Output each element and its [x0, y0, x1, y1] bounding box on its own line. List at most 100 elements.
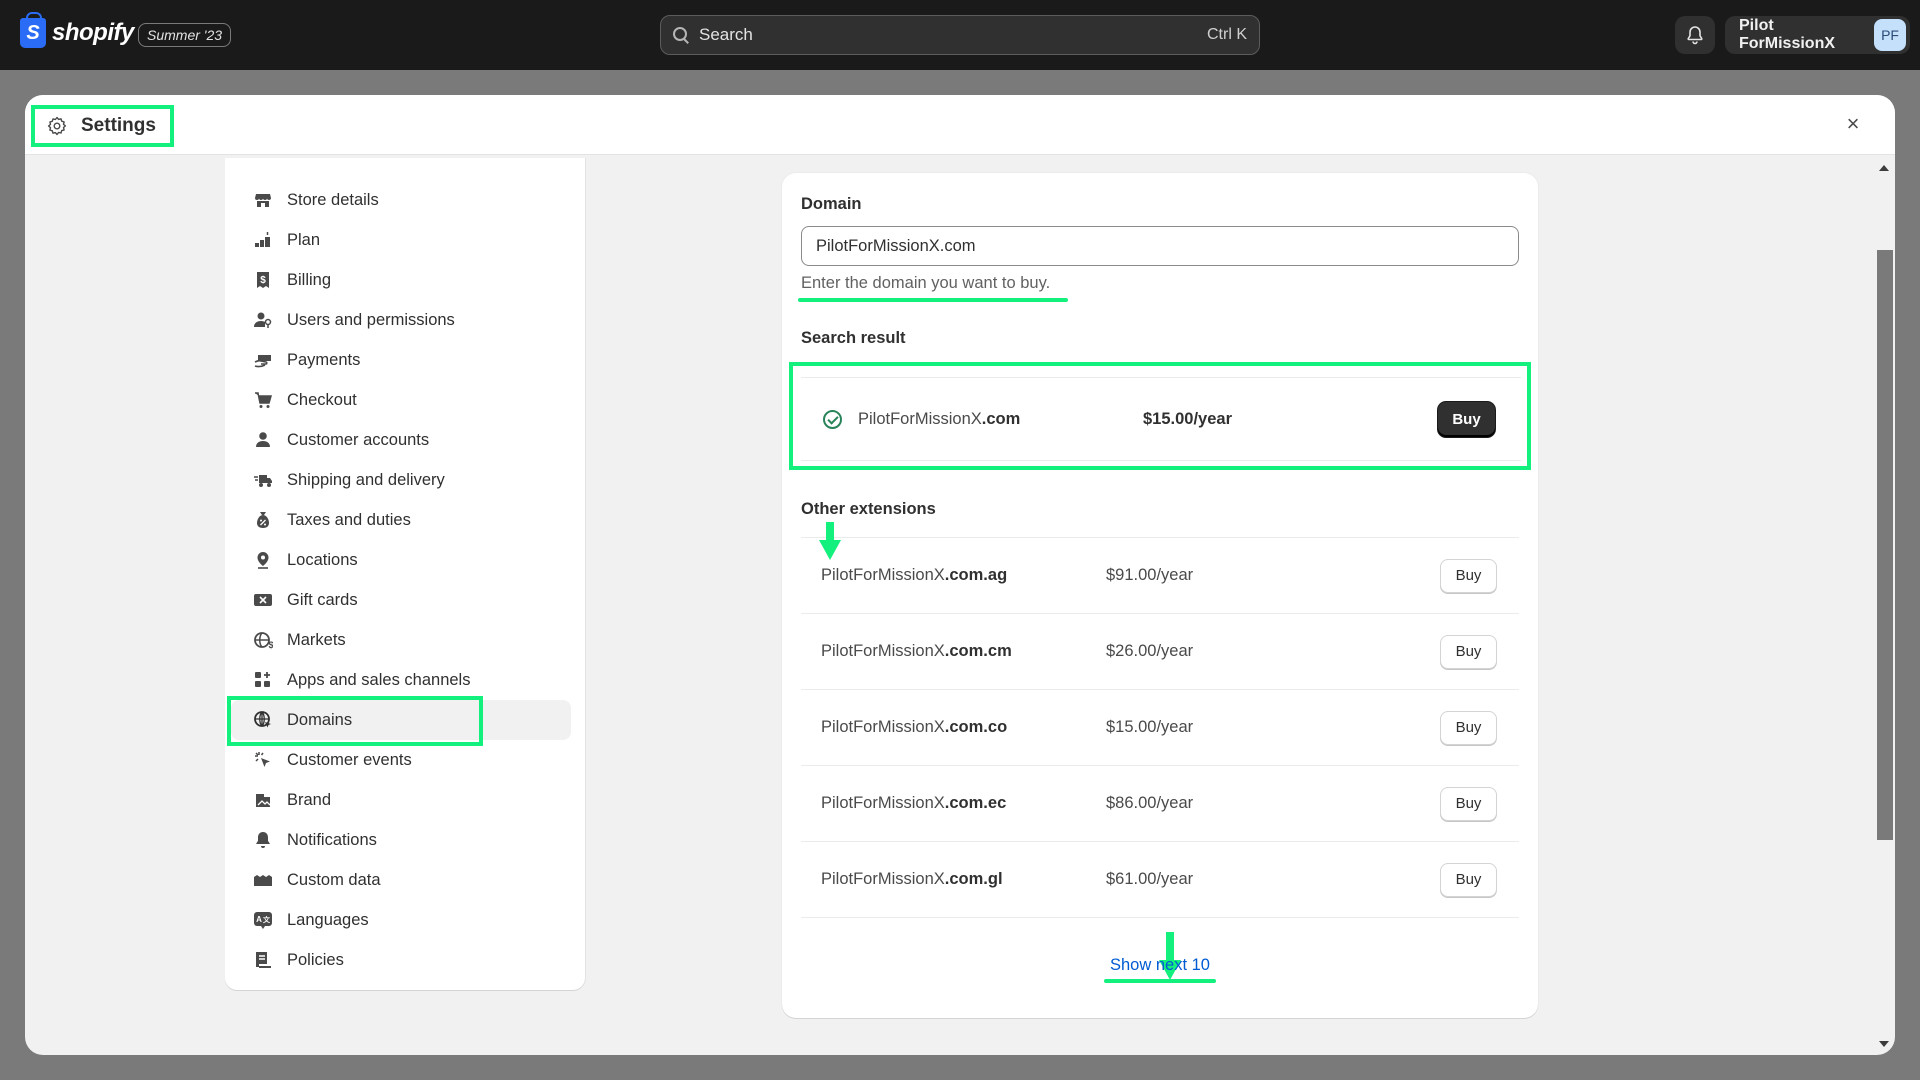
close-icon: ×	[1846, 111, 1860, 136]
show-next-label: Show next 10	[1110, 956, 1210, 974]
notifications-button[interactable]	[1675, 16, 1715, 54]
sidebar-item-store-details[interactable]: Store details	[231, 180, 571, 220]
sidebar-item-label: Taxes and duties	[287, 510, 411, 529]
buy-button[interactable]: Buy	[1440, 786, 1497, 821]
sidebar-item-customer-events[interactable]: Customer events	[231, 740, 571, 780]
domain-extension: .com	[981, 409, 1021, 428]
close-button[interactable]: ×	[1841, 111, 1865, 136]
domain-base: PilotForMissionX	[821, 642, 945, 660]
domain-extension: .com.ec	[944, 794, 1007, 812]
extension-domain: PilotForMissionX.com.cm	[821, 642, 1106, 661]
user-menu-button[interactable]: Pilot ForMissionX PF	[1725, 16, 1910, 54]
shopify-logo[interactable]: S shopify	[20, 12, 134, 48]
sidebar-item-domains[interactable]: Domains	[227, 696, 571, 746]
bell-icon	[1686, 25, 1704, 45]
domain-base: PilotForMissionX	[821, 718, 945, 736]
sidebar-item-payments[interactable]: Payments	[231, 340, 571, 380]
extension-price: $15.00/year	[1106, 718, 1194, 736]
extension-row: PilotForMissionX.com.cm $26.00/year Buy	[801, 614, 1519, 690]
scrollbar-thumb[interactable]	[1877, 250, 1893, 840]
svg-text:$: $	[260, 275, 266, 286]
help-text-label: Enter the domain you want to buy.	[801, 274, 1051, 292]
buy-button-primary[interactable]: Buy	[1438, 401, 1495, 437]
scroll-down-arrow-icon[interactable]	[1879, 1041, 1889, 1047]
top-bar: S shopify Summer '23 Search Ctrl K Pilot…	[0, 0, 1920, 70]
sidebar-item-label: Locations	[287, 550, 358, 569]
svg-text:文: 文	[263, 915, 271, 924]
sidebar-item-languages[interactable]: A 文 Languages	[231, 900, 571, 940]
buy-button[interactable]: Buy	[1440, 710, 1497, 745]
domain-extension: .com.co	[944, 718, 1008, 736]
sidebar-item-markets[interactable]: $ Markets	[231, 620, 571, 660]
language-icon: A文	[253, 910, 273, 930]
search-result-highlight: PilotForMissionX.com $15.00/year Buy	[789, 362, 1531, 470]
buy-button[interactable]: Buy	[1440, 634, 1497, 669]
domain-base: PilotForMissionX	[821, 870, 945, 888]
payments-icon	[253, 350, 273, 370]
result-domain: PilotForMissionX.com	[858, 410, 1143, 429]
avatar: PF	[1874, 19, 1906, 51]
modal-header: Settings ×	[25, 95, 1895, 155]
sidebar-item-notifications[interactable]: Notifications	[231, 820, 571, 860]
sidebar-item-taxes-and-duties[interactable]: Taxes and duties	[231, 500, 571, 540]
domain-base: PilotForMissionX	[858, 409, 982, 428]
extensions-list: PilotForMissionX.com.ag $91.00/year Buy Pil…	[801, 537, 1519, 918]
extension-row: PilotForMissionX.com.co $15.00/year Buy	[801, 690, 1519, 766]
extension-price: $91.00/year	[1106, 566, 1194, 584]
sidebar-item-apps-and-sales-channels[interactable]: Apps and sales channels	[231, 660, 571, 700]
domain-help-text: Enter the domain you want to buy.	[798, 274, 1068, 302]
plan-icon	[253, 230, 273, 250]
show-more-section: Show next 10	[801, 932, 1519, 983]
sidebar-item-label: Store details	[287, 190, 379, 209]
search-shortcut: Ctrl K	[1207, 26, 1247, 43]
sidebar-item-label: Payments	[287, 350, 361, 369]
sidebar-item-locations[interactable]: Locations	[231, 540, 571, 580]
svg-text:A: A	[256, 915, 262, 924]
domain-base: PilotForMissionX	[821, 566, 945, 584]
show-next-link[interactable]: Show next 10	[1104, 956, 1216, 983]
tax-bag-icon	[253, 510, 273, 530]
sidebar-item-billing[interactable]: $ Billing	[231, 260, 571, 300]
sidebar-item-label: Users and permissions	[287, 310, 455, 329]
policy-icon	[253, 950, 273, 970]
buy-button[interactable]: Buy	[1440, 862, 1497, 897]
domain-extension: .com.cm	[944, 642, 1012, 660]
extension-row: PilotForMissionX.com.ec $86.00/year Buy	[801, 766, 1519, 842]
extension-price: $61.00/year	[1106, 870, 1194, 888]
sidebar-item-customer-accounts[interactable]: Customer accounts	[231, 420, 571, 460]
sidebar-item-plan[interactable]: Plan	[231, 220, 571, 260]
edition-badge[interactable]: Summer '23	[138, 23, 232, 47]
annotation-underline	[1104, 979, 1216, 983]
shopify-bag-icon: S	[20, 12, 46, 48]
sidebar-item-label: Gift cards	[287, 590, 358, 609]
sidebar-item-checkout[interactable]: Checkout	[231, 380, 571, 420]
sidebar-item-label: Domains	[287, 710, 353, 729]
extension-domain: PilotForMissionX.com.ec	[821, 794, 1106, 813]
sidebar-item-label: Markets	[287, 630, 346, 649]
store-icon	[253, 190, 273, 210]
search-placeholder: Search	[699, 25, 753, 44]
global-search[interactable]: Search Ctrl K	[660, 15, 1260, 55]
sidebar-item-users-and-permissions[interactable]: Users and permissions	[231, 300, 571, 340]
sidebar-item-brand[interactable]: Brand	[231, 780, 571, 820]
scroll-up-arrow-icon[interactable]	[1879, 165, 1889, 171]
sidebar-item-custom-data[interactable]: Custom data	[231, 860, 571, 900]
modal-title: Settings	[81, 115, 156, 136]
sidebar-item-gift-cards[interactable]: Gift cards	[231, 580, 571, 620]
domain-input[interactable]	[801, 226, 1519, 266]
domain-field-label: Domain	[801, 195, 862, 213]
domain-extension: .com.ag	[944, 566, 1008, 584]
sidebar-item-shipping-and-delivery[interactable]: Shipping and delivery	[231, 460, 571, 500]
sidebar-item-label: Checkout	[287, 390, 357, 409]
extension-row: PilotForMissionX.com.gl $61.00/year Buy	[801, 842, 1519, 918]
cart-icon	[253, 390, 273, 410]
settings-nav: Store details Plan $ Billing Users and permi…	[225, 158, 585, 990]
sidebar-item-label: Brand	[287, 790, 332, 809]
extension-row: PilotForMissionX.com.ag $91.00/year Buy	[801, 538, 1519, 614]
buy-button[interactable]: Buy	[1440, 558, 1497, 593]
check-circle-icon	[823, 409, 842, 429]
scrollbar[interactable]	[1875, 155, 1895, 1055]
user-name: Pilot ForMissionX	[1739, 17, 1836, 52]
globe-cursor-icon	[253, 710, 273, 730]
sidebar-item-policies[interactable]: Policies	[231, 940, 571, 980]
